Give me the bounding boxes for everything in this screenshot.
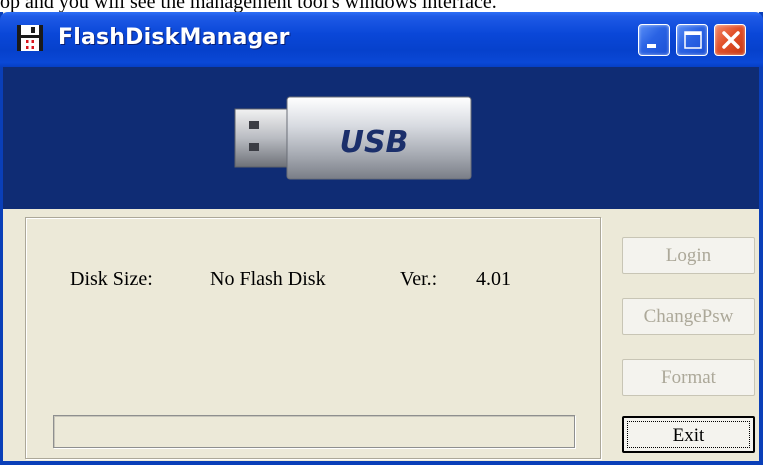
exit-button[interactable]: Exit: [622, 416, 755, 453]
usb-drive-graphic: USB: [234, 96, 472, 180]
disk-size-label: Disk Size:: [70, 268, 153, 290]
close-icon: [722, 31, 740, 49]
version-label: Ver.:: [400, 268, 438, 290]
change-password-button[interactable]: ChangePsw: [622, 298, 755, 335]
maximize-button[interactable]: [676, 24, 708, 56]
progress-bar: [53, 415, 575, 448]
flash-disk-manager-window: FlashDiskManager USB Disk Size: No Flash…: [0, 12, 763, 465]
usb-banner: USB: [3, 67, 759, 209]
close-button[interactable]: [714, 24, 746, 56]
floppy-disk-icon: [17, 25, 43, 51]
usb-label: USB: [340, 125, 409, 160]
format-button[interactable]: Format: [622, 359, 755, 396]
minimize-icon: [647, 44, 656, 48]
window-title: FlashDiskManager: [58, 25, 290, 50]
exit-button-label: Exit: [672, 425, 705, 446]
minimize-button[interactable]: [638, 24, 670, 56]
maximize-icon: [684, 31, 702, 49]
title-bar[interactable]: FlashDiskManager: [0, 12, 763, 67]
version-value: 4.01: [476, 268, 511, 290]
login-button[interactable]: Login: [622, 237, 755, 274]
disk-size-value: No Flash Disk: [210, 268, 326, 290]
